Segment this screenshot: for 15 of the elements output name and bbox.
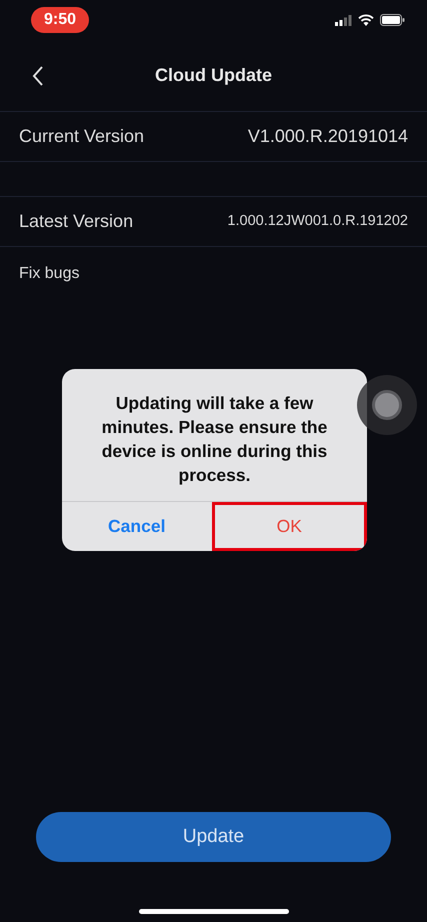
- dialog-message: Updating will take a few minutes. Please ensure the device is online during this process.: [100, 392, 328, 487]
- battery-icon: [380, 14, 405, 26]
- row-value: V1.000.R.20191014: [248, 125, 408, 148]
- dialog-button[interactable]: OK: [212, 502, 367, 551]
- back-icon: [32, 66, 44, 86]
- row-label: Latest Version: [19, 210, 134, 233]
- release-notes: Fix bugs: [19, 265, 80, 282]
- update-button[interactable]: Update: [36, 812, 391, 862]
- signal-icon: [335, 14, 352, 26]
- row-value: 1.000.12JW001.0.R.191202: [227, 212, 408, 231]
- page-title: Cloud Update: [155, 64, 272, 87]
- dialog-button[interactable]: Cancel: [62, 502, 212, 551]
- status-time: 9:50: [31, 7, 90, 33]
- row-label: Current Version: [19, 125, 144, 148]
- wifi-icon: [358, 14, 374, 26]
